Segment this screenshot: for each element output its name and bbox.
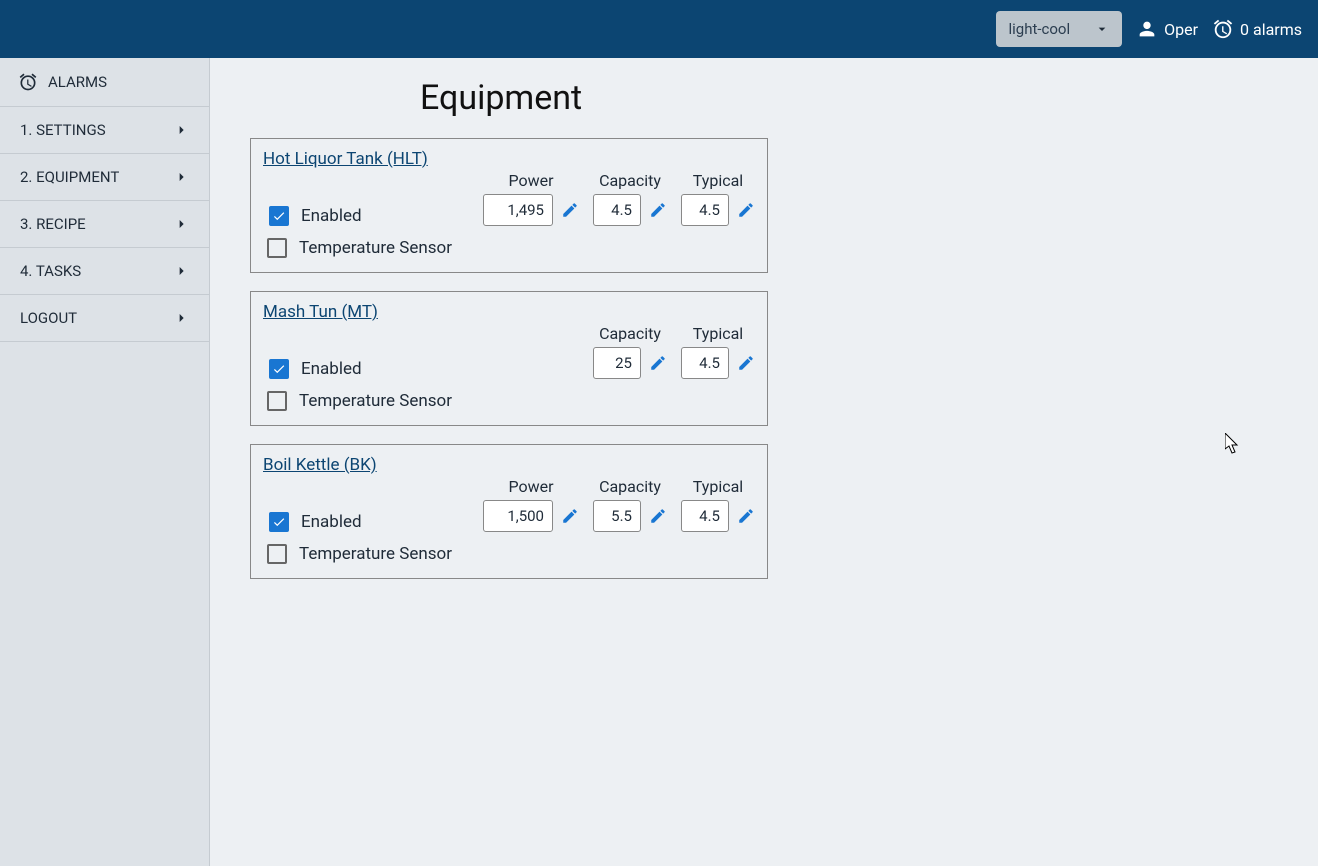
- pencil-icon[interactable]: [649, 354, 667, 372]
- app-header: light-cool Oper 0 alarms: [0, 0, 1318, 58]
- theme-value: light-cool: [1008, 20, 1070, 38]
- pencil-icon[interactable]: [561, 507, 579, 525]
- typical-label: Typical: [693, 171, 743, 190]
- alarms-indicator[interactable]: 0 alarms: [1212, 18, 1302, 40]
- power-label: Power: [508, 171, 553, 190]
- sensor-checkbox[interactable]: [267, 238, 287, 258]
- sidebar-item-label: 1. SETTINGS: [20, 121, 106, 139]
- typical-input[interactable]: [681, 500, 729, 532]
- sidebar-item-label: 3. RECIPE: [20, 215, 86, 233]
- sidebar-item-alarms[interactable]: ALARMS: [0, 58, 209, 107]
- user-label: Oper: [1164, 20, 1198, 39]
- sidebar-item-equipment[interactable]: 2. EQUIPMENT: [0, 154, 209, 201]
- chevron-right-icon: [173, 169, 189, 185]
- sidebar-item-label: LOGOUT: [20, 309, 77, 327]
- page-title: Equipment: [420, 78, 1278, 118]
- power-input[interactable]: [483, 500, 553, 532]
- sidebar-item-settings[interactable]: 1. SETTINGS: [0, 107, 209, 154]
- capacity-input[interactable]: [593, 194, 641, 226]
- user-icon: [1136, 18, 1158, 40]
- sidebar-alarms-label: ALARMS: [48, 73, 107, 91]
- user-info[interactable]: Oper: [1136, 18, 1198, 40]
- sensor-checkbox[interactable]: [267, 544, 287, 564]
- equipment-card-bk: Boil Kettle (BK) Enabled Power: [250, 444, 768, 579]
- main-content: Equipment Hot Liquor Tank (HLT) Enabled …: [210, 58, 1318, 866]
- enabled-checkbox[interactable]: [269, 512, 289, 532]
- sidebar: ALARMS 1. SETTINGS 2. EQUIPMENT 3. RECIP…: [0, 58, 210, 866]
- capacity-label: Capacity: [599, 477, 661, 496]
- capacity-input[interactable]: [593, 500, 641, 532]
- card-title[interactable]: Mash Tun (MT): [263, 302, 755, 322]
- card-title[interactable]: Boil Kettle (BK): [263, 455, 755, 475]
- chevron-right-icon: [173, 310, 189, 326]
- check-icon: [272, 362, 286, 376]
- power-input[interactable]: [483, 194, 553, 226]
- enabled-label: Enabled: [301, 206, 362, 226]
- theme-select[interactable]: light-cool: [996, 11, 1122, 47]
- pencil-icon[interactable]: [561, 201, 579, 219]
- chevron-right-icon: [173, 122, 189, 138]
- sensor-label: Temperature Sensor: [299, 544, 452, 564]
- pencil-icon[interactable]: [737, 354, 755, 372]
- sensor-label: Temperature Sensor: [299, 238, 452, 258]
- equipment-card-mt: Mash Tun (MT) Enabled Capacity: [250, 291, 768, 426]
- alarm-icon: [18, 72, 38, 92]
- sidebar-item-label: 2. EQUIPMENT: [20, 168, 119, 186]
- card-title[interactable]: Hot Liquor Tank (HLT): [263, 149, 755, 169]
- typical-label: Typical: [693, 324, 743, 343]
- pencil-icon[interactable]: [737, 507, 755, 525]
- enabled-label: Enabled: [301, 359, 362, 379]
- sidebar-item-tasks[interactable]: 4. TASKS: [0, 248, 209, 295]
- chevron-down-icon: [1094, 21, 1110, 37]
- enabled-checkbox[interactable]: [269, 359, 289, 379]
- enabled-checkbox[interactable]: [269, 206, 289, 226]
- pencil-icon[interactable]: [649, 201, 667, 219]
- sensor-checkbox[interactable]: [267, 391, 287, 411]
- typical-label: Typical: [693, 477, 743, 496]
- pencil-icon[interactable]: [737, 201, 755, 219]
- chevron-right-icon: [173, 263, 189, 279]
- sidebar-item-recipe[interactable]: 3. RECIPE: [0, 201, 209, 248]
- pencil-icon[interactable]: [649, 507, 667, 525]
- typical-input[interactable]: [681, 347, 729, 379]
- capacity-label: Capacity: [599, 171, 661, 190]
- capacity-label: Capacity: [599, 324, 661, 343]
- sensor-label: Temperature Sensor: [299, 391, 452, 411]
- typical-input[interactable]: [681, 194, 729, 226]
- sidebar-item-logout[interactable]: LOGOUT: [0, 295, 209, 342]
- check-icon: [272, 209, 286, 223]
- alarms-label: 0 alarms: [1240, 20, 1302, 39]
- capacity-input[interactable]: [593, 347, 641, 379]
- check-icon: [272, 515, 286, 529]
- alarm-icon: [1212, 18, 1234, 40]
- chevron-right-icon: [173, 216, 189, 232]
- equipment-card-hlt: Hot Liquor Tank (HLT) Enabled Power: [250, 138, 768, 273]
- enabled-label: Enabled: [301, 512, 362, 532]
- sidebar-item-label: 4. TASKS: [20, 262, 81, 280]
- power-label: Power: [508, 477, 553, 496]
